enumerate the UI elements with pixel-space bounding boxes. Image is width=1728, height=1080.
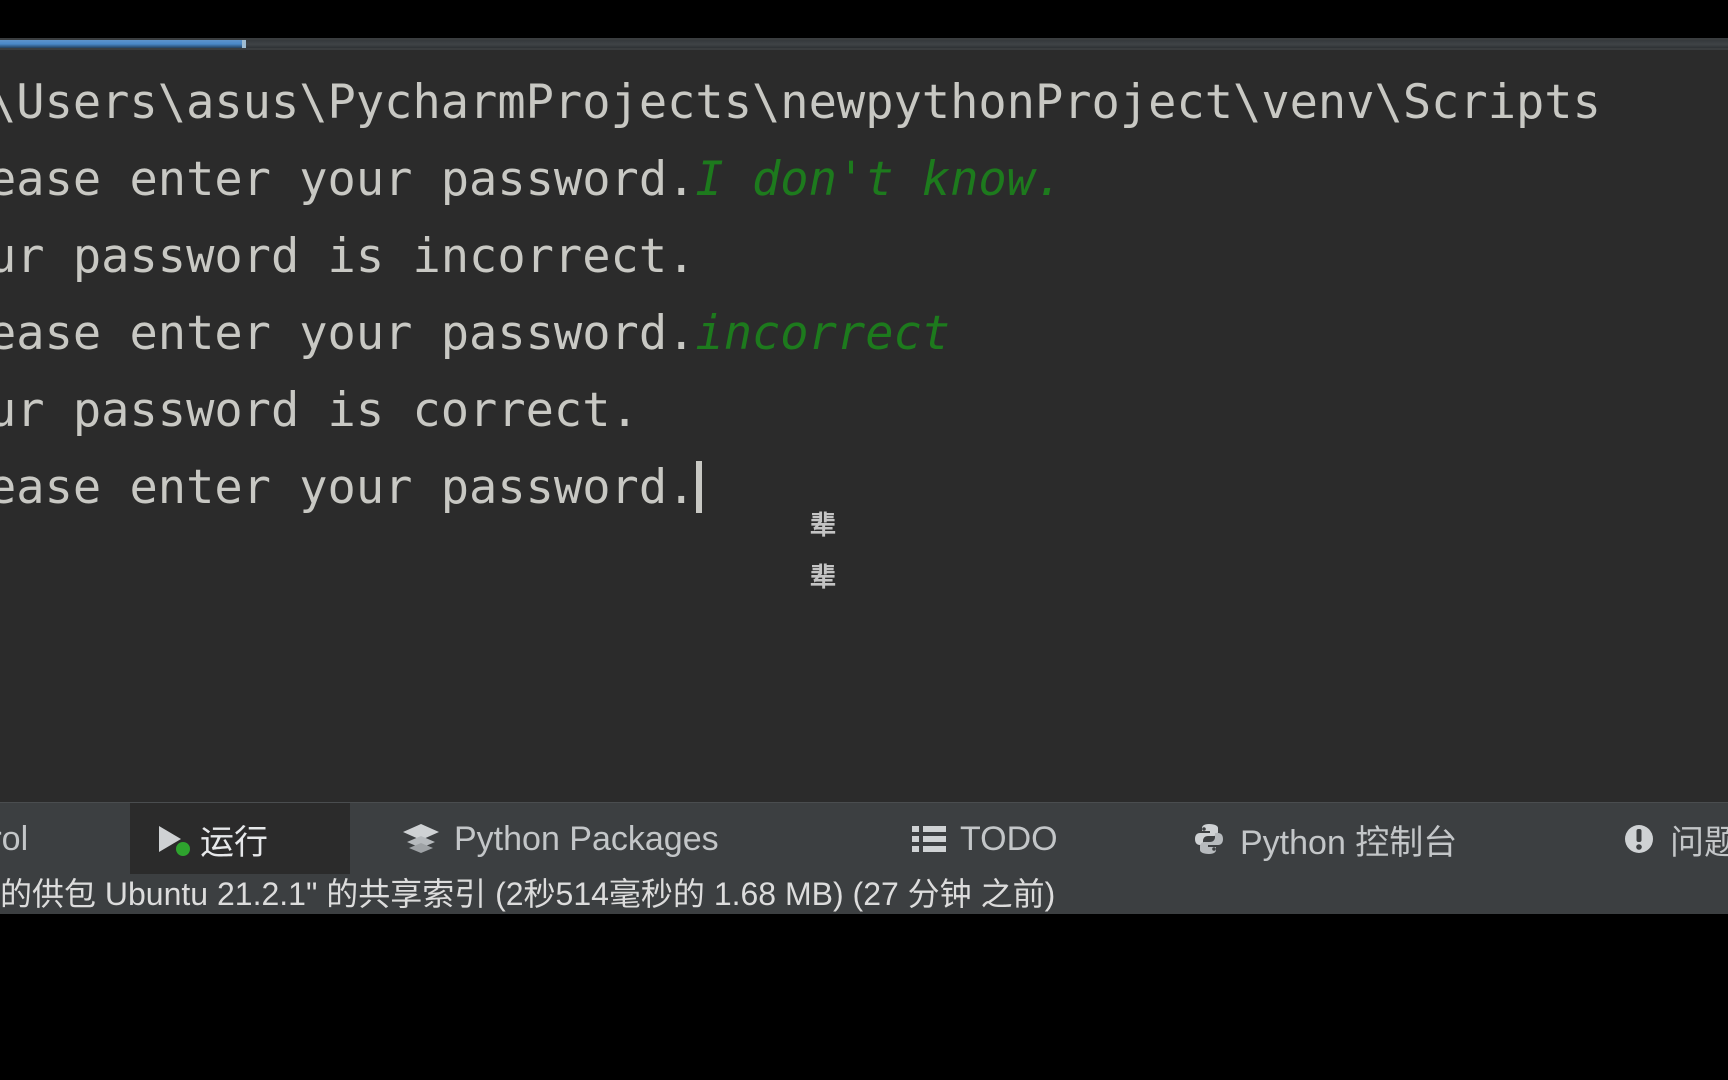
play-icon — [152, 822, 190, 856]
console-line: ease enter your password.I don't know. — [0, 141, 1728, 218]
run-console[interactable]: \Users\asus\PycharmProjects\newpythonPro… — [0, 50, 1728, 802]
python-icon — [1192, 822, 1226, 856]
progress-fill-cap — [242, 40, 246, 48]
console-output-text: \Users\asus\PycharmProjects\newpythonPro… — [0, 75, 1601, 130]
console-output-text: ur password is correct. — [0, 383, 639, 438]
tab-python-console[interactable]: Python 控制台 — [1170, 803, 1560, 875]
tab-label: ntrol — [0, 819, 29, 858]
console-user-input: incorrect — [695, 306, 951, 361]
window-bottom-edge — [0, 914, 1728, 1080]
console-line: \Users\asus\PycharmProjects\newpythonPro… — [0, 64, 1728, 141]
tab-python-packages[interactable]: Python Packages — [380, 803, 820, 875]
indexing-progress-bar — [0, 38, 1728, 50]
warning-circle-icon — [1622, 822, 1656, 856]
pycharm-window: \Users\asus\PycharmProjects\newpythonPro… — [0, 0, 1728, 1080]
console-hint-glyph: 辈 — [810, 563, 837, 593]
progress-fill — [0, 40, 242, 48]
tab-label: 运行 — [200, 823, 268, 862]
tab-label: 问题 — [1670, 823, 1728, 862]
console-line: ur password is correct. — [0, 372, 1728, 449]
tab-problems[interactable]: 问题 — [1600, 803, 1728, 875]
window-top-edge — [0, 0, 1728, 38]
console-hint-glyph: 辈 — [810, 511, 837, 541]
console-output-text: ease enter your password. — [0, 306, 696, 361]
tab-todo[interactable]: TODO — [890, 803, 1150, 875]
layers-icon — [402, 822, 440, 856]
text-caret — [696, 461, 703, 513]
console-output-text: ease enter your password. — [0, 152, 696, 207]
console-user-input: I don't know. — [695, 152, 1064, 207]
status-bar-message: 的供包 Ubuntu 21.2.1" 的共享索引 (2秒514毫秒的 1.68 … — [0, 876, 1056, 912]
tab-label: Python Packages — [454, 819, 719, 858]
console-output-text: ur password is incorrect. — [0, 229, 696, 284]
tab-run[interactable]: 运行 — [130, 803, 350, 875]
tool-window-tab-bar[interactable]: ntrol 运行 Python Packages TODO Python 控制台 问题 — [0, 802, 1728, 875]
console-hint-glyphs: 辈辈 — [810, 500, 870, 604]
console-line: ur password is incorrect. — [0, 218, 1728, 295]
tab-label: Python 控制台 — [1240, 823, 1458, 862]
list-icon — [912, 824, 946, 854]
console-line: ease enter your password.incorrect — [0, 295, 1728, 372]
console-output-text: ease enter your password. — [0, 460, 696, 515]
run-status-dot — [176, 842, 190, 856]
console-output: \Users\asus\PycharmProjects\newpythonPro… — [0, 64, 1728, 526]
status-bar: 的供包 Ubuntu 21.2.1" 的共享索引 (2秒514毫秒的 1.68 … — [0, 874, 1728, 914]
progress-track — [0, 40, 1728, 48]
tab-label: TODO — [960, 819, 1058, 858]
tab-version-control[interactable]: ntrol — [0, 803, 130, 875]
